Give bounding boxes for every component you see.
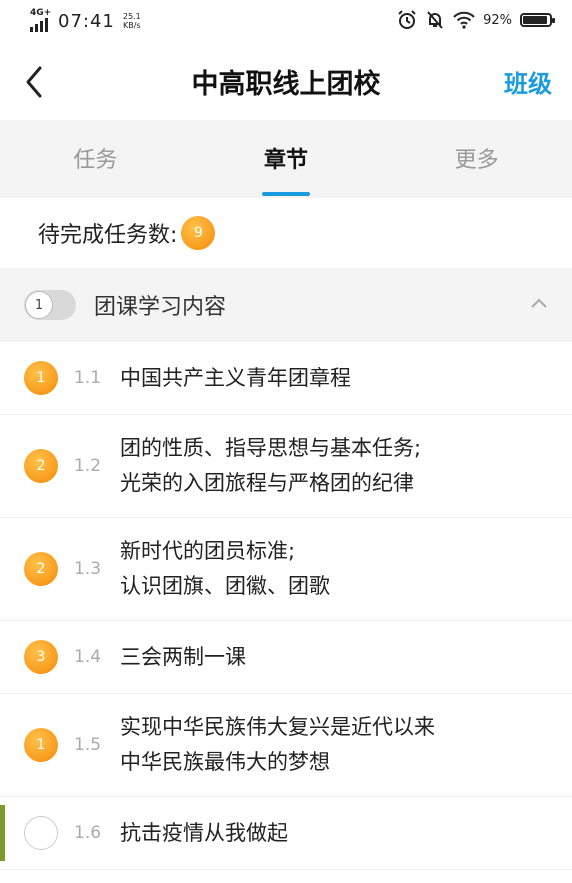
lesson-title-line: 团的性质、指导思想与基本任务; (120, 436, 422, 460)
net-speed-value: 25.1 (122, 12, 141, 21)
lesson-number: 1.3 (74, 559, 102, 579)
chapter-toggle[interactable]: 1 (24, 290, 76, 320)
battery-percent: 92% (483, 12, 512, 28)
task-count-badge: 2 (24, 552, 58, 586)
lesson-title-line: 中华民族最伟大的梦想 (120, 750, 330, 774)
task-count-badge: 1 (24, 361, 58, 395)
list-item[interactable]: 3 1.4 三会两制一课 (0, 621, 572, 694)
current-item-marker (0, 805, 5, 861)
lesson-title-line: 光荣的入团旅程与严格团的纪律 (120, 471, 414, 495)
battery-fill (523, 16, 547, 24)
task-count-badge: 3 (24, 640, 58, 674)
net-speed-unit: KB/s (122, 21, 141, 30)
battery-icon (520, 13, 555, 27)
list-item[interactable]: 1.6 抗击疫情从我做起 (0, 797, 572, 870)
lesson-title-line: 实现中华民族伟大复兴是近代以来 (120, 715, 435, 739)
lesson-number: 1.6 (74, 823, 102, 843)
task-count-badge (24, 816, 58, 850)
tab-more[interactable]: 更多 (381, 120, 572, 198)
chapter-title: 团课学习内容 (94, 295, 227, 320)
mute-bell-icon (427, 11, 443, 29)
chapter-section-header[interactable]: 1 团课学习内容 (0, 268, 572, 342)
list-item[interactable]: 1 1.1 中国共产主义青年团章程 (0, 342, 572, 415)
lesson-number: 1.5 (74, 735, 102, 755)
tab-tasks[interactable]: 任务 (0, 120, 191, 198)
class-button[interactable]: 班级 (504, 64, 552, 99)
tab-chapters[interactable]: 章节 (191, 120, 382, 198)
nav-bar: 中高职线上团校 班级 (0, 44, 572, 120)
lesson-number: 1.2 (74, 456, 102, 476)
pending-count-badge: 9 (181, 216, 216, 250)
lesson-title-line: 认识团旗、团徽、团歌 (120, 574, 330, 598)
signal-icon (30, 18, 48, 32)
lesson-number: 1.4 (74, 647, 102, 667)
lesson-title: 抗击疫情从我做起 (120, 816, 288, 851)
pending-tasks-label: 待完成任务数: (38, 223, 178, 248)
lesson-title-line: 抗击疫情从我做起 (120, 820, 288, 845)
lesson-title-line: 三会两制一课 (120, 644, 246, 669)
lesson-list: 1 1.1 中国共产主义青年团章程 2 1.2 团的性质、指导思想与基本任务; … (0, 342, 572, 870)
list-item[interactable]: 1 1.5 实现中华民族伟大复兴是近代以来 中华民族最伟大的梦想 (0, 694, 572, 797)
lesson-title-line: 中国共产主义青年团章程 (120, 365, 351, 390)
list-item[interactable]: 2 1.3 新时代的团员标准; 认识团旗、团徽、团歌 (0, 518, 572, 621)
task-count-badge: 1 (24, 728, 58, 762)
pending-tasks-row: 待完成任务数: 9 (0, 198, 572, 268)
clock: 07:41 (58, 10, 115, 32)
page-title: 中高职线上团校 (191, 69, 381, 100)
wifi-icon (453, 11, 475, 29)
status-bar: 4G+ 07:41 25.1 KB/s 92% (0, 0, 572, 44)
tab-bar: 任务 章节 更多 (0, 120, 572, 198)
task-count-badge: 2 (24, 449, 58, 483)
lesson-number: 1.1 (74, 368, 102, 388)
chapter-index: 1 (25, 291, 53, 319)
chevron-up-icon[interactable] (530, 297, 548, 309)
network-type: 4G+ (30, 8, 52, 18)
lesson-title: 团的性质、指导思想与基本任务; 光荣的入团旅程与严格团的纪律 (120, 431, 421, 501)
net-speed: 25.1 KB/s (123, 12, 141, 30)
lesson-title-line: 新时代的团员标准; (120, 539, 296, 563)
lesson-title: 新时代的团员标准; 认识团旗、团徽、团歌 (120, 534, 330, 604)
lesson-title: 三会两制一课 (120, 640, 246, 675)
alarm-icon (398, 10, 416, 29)
lesson-title: 实现中华民族伟大复兴是近代以来 中华民族最伟大的梦想 (120, 710, 435, 780)
lesson-title: 中国共产主义青年团章程 (120, 361, 351, 396)
list-item[interactable]: 2 1.2 团的性质、指导思想与基本任务; 光荣的入团旅程与严格团的纪律 (0, 415, 572, 518)
